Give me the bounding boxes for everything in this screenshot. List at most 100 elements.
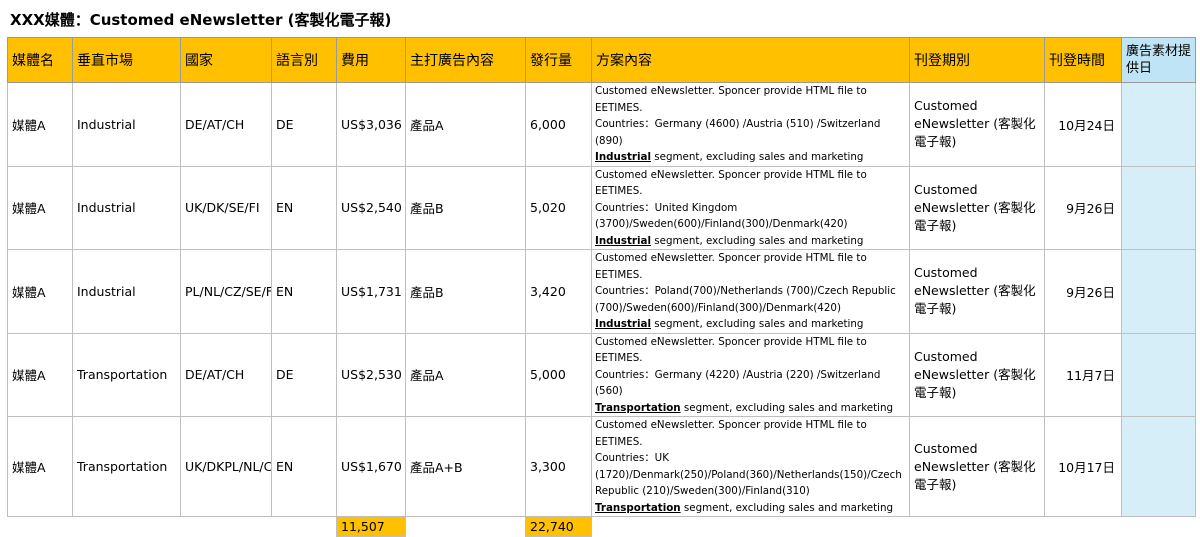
plan-segment-line: Industrial segment, excluding sales and …: [595, 149, 906, 165]
plan-description: Customed eNewsletter. Sponcer provide HT…: [595, 419, 867, 448]
cell-circulation[interactable]: 6,000: [525, 82, 592, 167]
plan-countries: Countries：Germany (4220) /Austria (220) …: [595, 368, 881, 398]
header-market[interactable]: 垂直市場: [72, 37, 181, 83]
cell-market[interactable]: Transportation: [72, 332, 181, 417]
cell-date[interactable]: 9月26日: [1044, 249, 1122, 334]
cell-language[interactable]: DE: [271, 332, 337, 417]
totals-row: 11,507 22,740: [7, 516, 1196, 537]
cell-media[interactable]: 媒體A: [7, 332, 73, 417]
cell-circulation[interactable]: 5,020: [525, 165, 592, 250]
cell-ad-content[interactable]: 產品A+B: [405, 416, 526, 517]
header-media[interactable]: 媒體名: [7, 37, 73, 83]
header-cost[interactable]: 費用: [336, 37, 406, 83]
plan-countries: Countries：United Kingdom (3700)/Sweden(6…: [595, 201, 848, 231]
plan-description: Customed eNewsletter. Sponcer provide HT…: [595, 168, 867, 198]
cell-countries[interactable]: PL/NL/CZ/SE/FI: [180, 249, 272, 334]
cell-circulation[interactable]: 3,420: [525, 249, 592, 334]
cell-date[interactable]: 11月7日: [1044, 332, 1122, 417]
cell-market[interactable]: Industrial: [72, 165, 181, 250]
plan-segment-rest: segment, excluding sales and marketing: [680, 401, 894, 414]
cell-date[interactable]: 10月24日: [1044, 82, 1122, 167]
plan-segment-line: Transportation segment, excluding sales …: [595, 400, 906, 416]
cell-cost[interactable]: US$2,540: [336, 165, 406, 250]
cell-period[interactable]: Customed eNewsletter (客製化電子報): [909, 416, 1045, 517]
cell-market[interactable]: Transportation: [72, 416, 181, 517]
cell-plan[interactable]: Customed eNewsletter. Sponcer provide HT…: [591, 416, 910, 517]
cell-material-date[interactable]: [1121, 165, 1196, 250]
cell-circulation[interactable]: 5,000: [525, 332, 592, 417]
plan-segment-line: Industrial segment, excluding sales and …: [595, 316, 906, 332]
cell-plan[interactable]: Customed eNewsletter. Sponcer provide HT…: [591, 82, 910, 167]
header-ad-content[interactable]: 主打廣告內容: [405, 37, 526, 83]
plan-segment: Transportation: [595, 401, 681, 414]
plan-segment-rest: segment, excluding sales and marketing: [680, 501, 894, 514]
cell-material-date[interactable]: [1121, 332, 1196, 417]
header-circulation[interactable]: 發行量: [525, 37, 592, 83]
plan-description: Customed eNewsletter. Sponcer provide HT…: [595, 335, 867, 365]
cell-media[interactable]: 媒體A: [7, 165, 73, 250]
plan-description: Customed eNewsletter. Sponcer provide HT…: [595, 85, 867, 114]
table-row: 媒體A Industrial DE/AT/CH DE US$3,036 產品A 6,000 C…: [7, 82, 1196, 167]
cell-language[interactable]: EN: [271, 249, 337, 334]
plan-segment-line: Transportation segment, excluding sales …: [595, 500, 906, 516]
cell-period[interactable]: Customed eNewsletter (客製化電子報): [909, 332, 1045, 417]
cell-plan[interactable]: Customed eNewsletter. Sponcer provide HT…: [591, 249, 910, 334]
cell-countries[interactable]: UK/DK/SE/FI: [180, 165, 272, 250]
cell-date[interactable]: 9月26日: [1044, 165, 1122, 250]
cell-plan[interactable]: Customed eNewsletter. Sponcer provide HT…: [591, 165, 910, 250]
cell-date[interactable]: 10月17日: [1044, 416, 1122, 517]
total-circulation[interactable]: 22,740: [525, 516, 592, 537]
cell-cost[interactable]: US$1,670: [336, 416, 406, 517]
cell-material-date[interactable]: [1121, 82, 1196, 167]
cell-language[interactable]: EN: [271, 165, 337, 250]
cell-material-date[interactable]: [1121, 249, 1196, 334]
cell-ad-content[interactable]: 產品A: [405, 82, 526, 167]
header-period[interactable]: 刊登期別: [909, 37, 1045, 83]
total-cost[interactable]: 11,507: [336, 516, 406, 537]
plan-countries: Countries：UK (1720)/Denmark(250)/Poland(…: [595, 452, 902, 497]
enewsletter-table: 媒體名 垂直市場 國家 語言別 費用 主打廣告內容 發行量 方案內容 刊登期別 …: [7, 37, 1196, 537]
plan-description: Customed eNewsletter. Sponcer provide HT…: [595, 252, 867, 281]
plan-segment: Transportation: [595, 501, 681, 514]
header-row: 媒體名 垂直市場 國家 語言別 費用 主打廣告內容 發行量 方案內容 刊登期別 …: [7, 37, 1196, 83]
plan-segment: Industrial: [595, 151, 651, 163]
plan-countries: Countries：Germany (4600) /Austria (510) …: [595, 118, 881, 147]
table-row: 媒體A Industrial UK/DK/SE/FI EN US$2,540 產品B 5,0…: [7, 165, 1196, 250]
cell-cost[interactable]: US$2,530: [336, 332, 406, 417]
cell-ad-content[interactable]: 產品B: [405, 165, 526, 250]
cell-market[interactable]: Industrial: [72, 82, 181, 167]
cell-media[interactable]: 媒體A: [7, 249, 73, 334]
header-plan[interactable]: 方案內容: [591, 37, 910, 83]
cell-cost[interactable]: US$3,036: [336, 82, 406, 167]
cell-period[interactable]: Customed eNewsletter (客製化電子報): [909, 82, 1045, 167]
cell-material-date[interactable]: [1121, 416, 1196, 517]
header-material-date[interactable]: 廣告素材提供日: [1121, 37, 1196, 83]
sheet-title: XXX媒體：Customed eNewsletter (客製化電子報): [10, 11, 392, 29]
header-countries[interactable]: 國家: [180, 37, 272, 83]
cell-language[interactable]: EN: [271, 416, 337, 517]
cell-period[interactable]: Customed eNewsletter (客製化電子報): [909, 165, 1045, 250]
table-row: 媒體A Industrial PL/NL/CZ/SE/FI EN US$1,731 產品B…: [7, 249, 1196, 334]
cell-market[interactable]: Industrial: [72, 249, 181, 334]
cell-ad-content[interactable]: 產品A: [405, 332, 526, 417]
cell-countries[interactable]: UK/DKPL/NL/CZ/SE/FI: [180, 416, 272, 517]
plan-segment-line: Industrial segment, excluding sales and …: [595, 233, 906, 249]
header-language[interactable]: 語言別: [271, 37, 337, 83]
plan-segment-rest: segment, excluding sales and marketing: [651, 151, 864, 163]
cell-countries[interactable]: DE/AT/CH: [180, 332, 272, 417]
cell-media[interactable]: 媒體A: [7, 416, 73, 517]
table-row: 媒體A Transportation DE/AT/CH DE US$2,530 產品A 5,…: [7, 332, 1196, 417]
cell-countries[interactable]: DE/AT/CH: [180, 82, 272, 167]
cell-ad-content[interactable]: 產品B: [405, 249, 526, 334]
cell-period[interactable]: Customed eNewsletter (客製化電子報): [909, 249, 1045, 334]
cell-circulation[interactable]: 3,300: [525, 416, 592, 517]
cell-language[interactable]: DE: [271, 82, 337, 167]
table-row: 媒體ATransportationUK/DKPL/NL/CZ/SE/FIENUS…: [7, 416, 1196, 517]
plan-countries: Countries：Poland(700)/Netherlands (700)/…: [595, 285, 896, 314]
plan-segment-rest: segment, excluding sales and marketing: [651, 318, 864, 330]
header-date[interactable]: 刊登時間: [1044, 37, 1122, 83]
cell-cost[interactable]: US$1,731: [336, 249, 406, 334]
cell-media[interactable]: 媒體A: [7, 82, 73, 167]
plan-segment: Industrial: [595, 234, 651, 247]
cell-plan[interactable]: Customed eNewsletter. Sponcer provide HT…: [591, 332, 910, 417]
